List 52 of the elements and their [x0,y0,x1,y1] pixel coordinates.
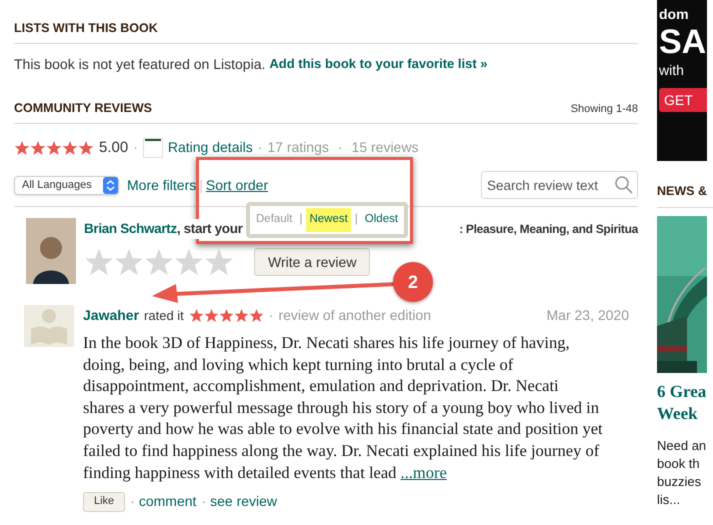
separator: · [336,138,344,158]
separator: | [299,212,302,228]
separator: | [199,176,203,195]
average-rating: 5.00 [99,138,128,158]
article-teaser: Need an [657,436,708,455]
listopia-text: This book is not yet featured on Listopia. [14,54,266,74]
showing-count: Showing 1-48 [570,102,638,117]
ratings-count: 17 ratings [267,138,329,158]
sort-option[interactable]: Oldest [362,208,402,232]
ad-text: with [659,62,685,78]
reviewer-name-link[interactable]: Jawaher [83,305,140,326]
edition-note: review of another edition [278,306,432,325]
prompt-text: , start your [176,219,243,240]
favorite-list-link[interactable]: Add this book to your favorite list » [269,54,488,75]
more-filters-link[interactable]: More filters [127,174,196,196]
article-teaser: lis... [657,490,682,509]
separator: · [268,306,274,325]
search-icon [614,175,634,195]
search-field[interactable]: Search review text [481,171,638,199]
chevron-updown-icon [103,176,118,194]
article-teaser: buzzies [657,472,702,491]
ad-text: dom [659,6,690,22]
article-teaser: book th [657,454,701,473]
write-review-button[interactable]: Write a review [254,248,370,276]
ad-button[interactable]: GET [659,88,707,112]
separator: | [354,212,358,228]
separator: · [258,138,262,158]
separator: · [130,492,135,512]
more-link[interactable]: ...more [400,462,447,482]
user-name-link[interactable]: Brian Schwartz [84,219,177,240]
review-text: In the book 3D of Happiness, Dr. Necati shares his life journey of having, doing, being, and loving which kept turning into brutal a cycle of disappointment, accomplishment, emulation and deprivation. Dr. Necati shares a very powerful message through his story of a young boy who lived in poverty and how he was able to evolve with his financial state and position yet failed to find happiness along the way. Dr. Necati explained his life journey of finding happiness with detailed events that lead ...more [83,332,603,484]
sort-option[interactable]: Newest [306,208,351,232]
chart-icon [142,138,163,158]
prompt-text: : Pleasure, Meaning, and Spiritua [459,221,638,238]
article-title[interactable]: 6 Grea [657,380,713,403]
review-action-link[interactable]: see review [210,491,278,512]
section-heading: LISTS WITH THIS BOOK [14,19,638,44]
section-heading: NEWS & [657,182,713,208]
step-badge: 2 [393,262,433,302]
review-date: Mar 23, 2020 [546,306,629,325]
sort-order-link[interactable]: Sort order [206,174,268,196]
separator: · [133,138,138,158]
review-action-link[interactable]: comment [138,491,196,512]
section-heading: COMMUNITY REVIEWS [14,100,152,117]
rated-text: rated it [144,306,184,325]
like-button[interactable]: Like [83,492,126,512]
separator: · [201,492,206,512]
rating-details-link[interactable]: Rating details [168,137,253,158]
reviews-count: 15 reviews [352,138,418,158]
article-title[interactable]: Week [657,402,713,425]
ad-headline: SA [659,22,707,62]
language-select[interactable]: All Languages [14,176,119,194]
